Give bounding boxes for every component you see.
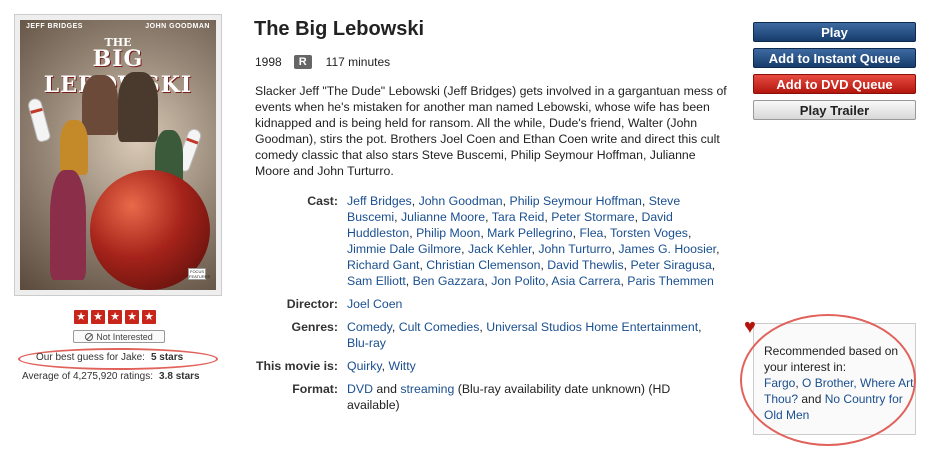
- movie-details: Cast: Jeff Bridges, John Goodman, Philip…: [255, 193, 725, 420]
- genre-link[interactable]: Blu-ray: [347, 336, 386, 350]
- genres-label: Genres:: [291, 320, 338, 334]
- format-and: and: [372, 382, 401, 396]
- no-symbol-icon: [85, 332, 94, 341]
- cast-label: Cast:: [307, 194, 338, 208]
- not-interested-button[interactable]: Not Interested: [73, 330, 165, 343]
- star-icon[interactable]: ★: [91, 310, 105, 324]
- cast-member-link[interactable]: Ben Gazzara: [413, 274, 485, 288]
- best-guess-label: Our best guess for Jake:: [36, 352, 145, 363]
- cast-row: Cast: Jeff Bridges, John Goodman, Philip…: [255, 193, 725, 289]
- director-row: Director: Joel Coen: [255, 296, 725, 312]
- average-value: 3.8 stars: [159, 371, 200, 382]
- cast-member-link[interactable]: Jon Polito: [491, 274, 545, 288]
- cast-member-link[interactable]: Richard Gant: [347, 258, 419, 272]
- cast-member-link[interactable]: David Thewlis: [547, 258, 623, 272]
- recommendation-titles: Fargo, O Brother, Where Art Thou? and No…: [764, 376, 914, 422]
- star-icon[interactable]: ★: [142, 310, 156, 324]
- add-dvd-queue-button[interactable]: Add to DVD Queue: [753, 74, 916, 94]
- not-interested-label: Not Interested: [96, 331, 153, 342]
- movie-poster[interactable]: JEFF BRIDGES JOHN GOODMAN THE BIG LEBOWS…: [20, 20, 216, 290]
- genres-list: Comedy, Cult Comedies, Universal Studios…: [347, 320, 702, 350]
- play-button[interactable]: Play: [753, 22, 916, 42]
- format-streaming-link[interactable]: streaming: [400, 382, 454, 396]
- poster-actor-left: JEFF BRIDGES: [26, 23, 83, 30]
- movie-title: The Big Lebowski: [254, 18, 425, 40]
- genre-link[interactable]: Cult Comedies: [399, 320, 480, 334]
- best-guess: Our best guess for Jake: 5 stars: [36, 352, 183, 363]
- cast-member-link[interactable]: Christian Clemenson: [426, 258, 540, 272]
- cast-member-link[interactable]: Jeff Bridges: [347, 194, 412, 208]
- cast-member-link[interactable]: Philip Moon: [416, 226, 480, 240]
- format-row: Format: DVD and streaming (Blu-ray avail…: [255, 381, 725, 413]
- poster-actor-right: JOHN GOODMAN: [145, 23, 210, 30]
- figure-graphic: [82, 75, 118, 135]
- cast-member-link[interactable]: Jack Kehler: [468, 242, 532, 256]
- recommended-title-link[interactable]: Fargo: [764, 376, 795, 390]
- heart-icon: ♥: [744, 316, 756, 338]
- format-dvd-link[interactable]: DVD: [347, 382, 373, 396]
- cast-member-link[interactable]: Peter Siragusa: [630, 258, 711, 272]
- average-label: Average of 4,275,920 ratings:: [22, 371, 154, 382]
- star-rating[interactable]: ★ ★ ★ ★ ★: [74, 310, 156, 324]
- average-rating: Average of 4,275,920 ratings: 3.8 stars: [22, 371, 200, 382]
- genre-link[interactable]: Comedy: [347, 320, 392, 334]
- movie-synopsis: Slacker Jeff "The Dude" Lebowski (Jeff B…: [255, 84, 727, 178]
- movie-meta: 1998 R 117 minutes: [255, 55, 390, 69]
- cast-member-link[interactable]: Julianne Moore: [401, 210, 485, 224]
- add-instant-queue-button[interactable]: Add to Instant Queue: [753, 48, 916, 68]
- poster-actors: JEFF BRIDGES JOHN GOODMAN: [26, 23, 210, 30]
- cast-member-link[interactable]: Jimmie Dale Gilmore: [347, 242, 461, 256]
- mood-list: Quirky, Witty: [347, 359, 416, 373]
- director-label: Director:: [286, 297, 338, 311]
- movie-year: 1998: [255, 55, 282, 69]
- best-guess-value: 5 stars: [150, 352, 184, 363]
- director-link[interactable]: Joel Coen: [347, 297, 402, 311]
- cast-member-link[interactable]: John Goodman: [419, 194, 503, 208]
- cast-member-link[interactable]: Mark Pellegrino: [487, 226, 572, 240]
- cast-member-link[interactable]: Torsten Voges: [610, 226, 688, 240]
- genres-row: Genres: Comedy, Cult Comedies, Universal…: [255, 319, 725, 351]
- cast-member-link[interactable]: Peter Stormare: [551, 210, 634, 224]
- mpaa-rating-badge: R: [293, 55, 312, 69]
- star-icon[interactable]: ★: [74, 310, 88, 324]
- cast-member-link[interactable]: Paris Themmen: [627, 274, 714, 288]
- movie-runtime: 117 minutes: [325, 55, 391, 69]
- cast-list: Jeff Bridges, John Goodman, Philip Seymo…: [347, 194, 720, 288]
- figure-graphic: [118, 72, 158, 142]
- format-value: DVD and streaming (Blu-ray availability …: [347, 381, 725, 413]
- mood-link[interactable]: Quirky: [347, 359, 382, 373]
- play-trailer-button[interactable]: Play Trailer: [753, 100, 916, 120]
- cast-member-link[interactable]: Flea: [579, 226, 603, 240]
- mood-label: This movie is:: [255, 359, 338, 373]
- figure-graphic: [50, 170, 86, 280]
- bowling-pin-graphic: [26, 96, 52, 144]
- cast-member-link[interactable]: Philip Seymour Hoffman: [510, 194, 642, 208]
- studio-logo: FOCUS FEATURES: [188, 268, 211, 280]
- cast-member-link[interactable]: Sam Elliott: [347, 274, 406, 288]
- star-icon[interactable]: ★: [108, 310, 122, 324]
- poster-frame[interactable]: JEFF BRIDGES JOHN GOODMAN THE BIG LEBOWS…: [14, 14, 222, 296]
- recommendation-text: Recommended based on your interest in: F…: [764, 343, 914, 423]
- mood-row: This movie is: Quirky, Witty: [255, 358, 725, 374]
- cast-member-link[interactable]: John Turturro: [538, 242, 611, 256]
- cast-member-link[interactable]: James G. Hoosier: [618, 242, 716, 256]
- cast-member-link[interactable]: Tara Reid: [492, 210, 545, 224]
- star-icon[interactable]: ★: [125, 310, 139, 324]
- mood-link[interactable]: Witty: [388, 359, 415, 373]
- format-label: Format:: [292, 382, 338, 396]
- cast-member-link[interactable]: Asia Carrera: [551, 274, 620, 288]
- figure-graphic: [60, 120, 88, 175]
- recommendation-intro: Recommended based on your interest in:: [764, 344, 899, 374]
- genre-link[interactable]: Universal Studios Home Entertainment: [486, 320, 698, 334]
